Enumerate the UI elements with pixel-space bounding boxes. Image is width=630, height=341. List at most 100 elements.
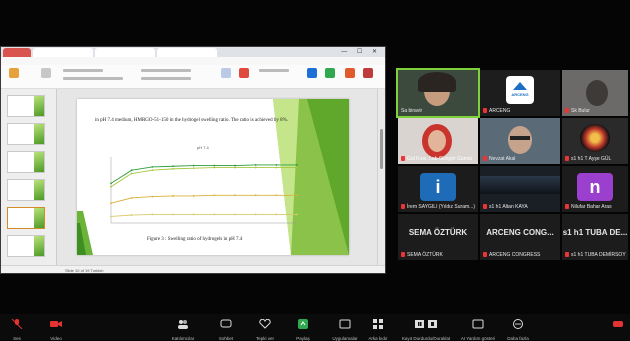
mute-button[interactable]: Ses <box>6 316 28 341</box>
avatar: n <box>577 173 613 201</box>
slide-thumbnail[interactable] <box>7 123 45 145</box>
ai-companion-button[interactable]: AI Yardım gösteri <box>458 316 498 341</box>
slide-thumbnail[interactable] <box>7 95 45 117</box>
chart-title: pH 7.4 <box>197 145 209 150</box>
chart-point <box>296 213 298 216</box>
browser-tab[interactable] <box>95 48 155 57</box>
video-tile[interactable]: i İrem SAYGILI (Yıldız Suram...) <box>398 166 478 212</box>
participant-name: ARCENG <box>483 108 510 114</box>
chart-point <box>213 164 216 167</box>
participant-name: Gül Kırsı, Lab Gungör Gümür <box>401 156 472 162</box>
muted-mic-icon <box>565 204 569 210</box>
paragraph-row[interactable] <box>141 69 191 72</box>
more-button[interactable]: Daha fazla <box>504 316 532 341</box>
chart-point <box>234 194 236 197</box>
background-button[interactable]: Arka kıdır <box>364 316 392 341</box>
slide-canvas[interactable]: in pH 7.4 medium, HMRGO-51-150 in the hy… <box>57 89 379 265</box>
browser-tab[interactable] <box>157 48 217 57</box>
slide-body-text: in pH 7.4 medium, HMRGO-51-150 in the hy… <box>95 118 289 123</box>
video-tile[interactable]: s1 h1 TUBA DE... s1 h1 TUBA DEMİRSOY <box>562 214 628 260</box>
chart-series-line <box>110 194 297 204</box>
muted-mic-icon <box>565 156 569 162</box>
video-tile[interactable]: ARCENG CONG... ARCENG CONGRESS <box>480 214 560 260</box>
font-box[interactable] <box>63 69 103 72</box>
chart-point <box>275 194 278 197</box>
muted-mic-icon <box>483 108 487 114</box>
editing-icon[interactable] <box>307 68 317 78</box>
leave-button[interactable] <box>608 316 628 334</box>
ppt-ribbon[interactable] <box>1 65 385 89</box>
cc-icon <box>472 319 484 329</box>
slide-thumbnail[interactable] <box>7 151 45 173</box>
arceng-logo: ARCENG <box>506 76 534 104</box>
browser-tab[interactable] <box>3 48 31 57</box>
quick-styles[interactable] <box>259 69 289 72</box>
participants-button[interactable]: Katılımcılar <box>168 316 198 341</box>
video-tile[interactable]: Gül Kırsı, Lab Gungör Gümür <box>398 118 478 164</box>
addins-icon[interactable] <box>363 68 373 78</box>
apps-grid-icon <box>373 319 383 329</box>
video-tile-active-speaker[interactable]: Sa biravir <box>396 68 480 118</box>
paragraph-row[interactable] <box>141 77 191 80</box>
new-slide-icon[interactable] <box>41 68 51 78</box>
chart-point <box>234 164 236 167</box>
chart-point <box>296 166 298 169</box>
video-tile[interactable]: n Nilufar Bahar Aras <box>562 166 628 212</box>
meeting-toolbar: Ses Video Katılımcılar Sohbet Tepki ver … <box>0 314 630 341</box>
chart-point <box>254 213 257 216</box>
chart-series-line <box>110 167 297 188</box>
current-slide[interactable]: in pH 7.4 medium, HMRGO-51-150 in the hy… <box>77 99 349 255</box>
chart-point <box>130 169 133 172</box>
shared-screen[interactable]: — ☐ ✕ in pH 7.4 medium, HMRGO-51-150 in … <box>0 46 386 274</box>
slide-thumbnail-selected[interactable] <box>7 207 45 229</box>
chart-point <box>151 195 154 198</box>
chart-point <box>130 214 133 216</box>
video-tile[interactable]: s1 h1 T Ayşe GÜL <box>562 118 628 164</box>
window-controls[interactable]: — ☐ ✕ <box>341 48 381 55</box>
chat-button[interactable]: Sohbet <box>214 316 238 341</box>
chart-point <box>110 182 112 185</box>
chart-point <box>213 194 216 197</box>
muted-mic-icon <box>565 108 569 114</box>
video-tile[interactable]: Sk Bulur <box>562 70 628 116</box>
chart-point <box>110 185 112 188</box>
shapes-icon[interactable] <box>221 68 231 78</box>
slide-thumbnail[interactable] <box>7 235 45 257</box>
swelling-chart <box>110 157 298 224</box>
chart-point <box>172 213 174 216</box>
participant-name: s1 h1 Altan KAYA <box>483 204 528 210</box>
video-tile[interactable]: ARCENG ARCENG <box>480 70 560 116</box>
arrange-icon[interactable] <box>239 68 249 78</box>
participant-name: s1 h1 TUBA DEMİRSOY <box>565 252 626 258</box>
muted-mic-icon <box>401 156 405 162</box>
vertical-scrollbar[interactable] <box>377 89 385 265</box>
dictate-icon[interactable] <box>345 68 355 78</box>
share-screen-icon <box>298 319 308 329</box>
chart-point <box>172 195 174 197</box>
slide-thumbnail[interactable] <box>7 179 45 201</box>
apps-button[interactable]: Uygulamalar <box>328 316 362 341</box>
paste-icon[interactable] <box>9 68 19 78</box>
chart-point <box>130 197 133 199</box>
font-format-row[interactable] <box>63 77 123 80</box>
video-tile[interactable]: Nevzat Akal <box>480 118 560 164</box>
chart-point <box>151 213 154 216</box>
summary-icon <box>339 319 351 329</box>
participant-hair <box>418 72 456 92</box>
video-button[interactable]: Video <box>44 316 68 341</box>
video-tile[interactable]: SEMA ÖZTÜRK SEMA ÖZTÜRK <box>398 214 478 260</box>
browser-tab[interactable] <box>33 48 93 57</box>
video-tile[interactable]: s1 h1 Altan KAYA <box>480 166 560 212</box>
university-logo <box>580 124 610 152</box>
chart-point <box>110 202 112 205</box>
more-icon <box>513 319 523 329</box>
participants-icon <box>178 320 188 329</box>
chart-point <box>234 213 236 216</box>
share-button[interactable]: Paylaş <box>292 316 314 341</box>
pause-stop-icon <box>415 320 437 328</box>
designer-icon[interactable] <box>325 68 335 78</box>
reactions-button[interactable]: Tepki ver <box>252 316 278 341</box>
record-button[interactable]: Kayıt Durdurdu/Duraklat <box>398 316 454 341</box>
chart-point <box>254 166 257 169</box>
slide-thumbnails[interactable] <box>1 89 57 265</box>
